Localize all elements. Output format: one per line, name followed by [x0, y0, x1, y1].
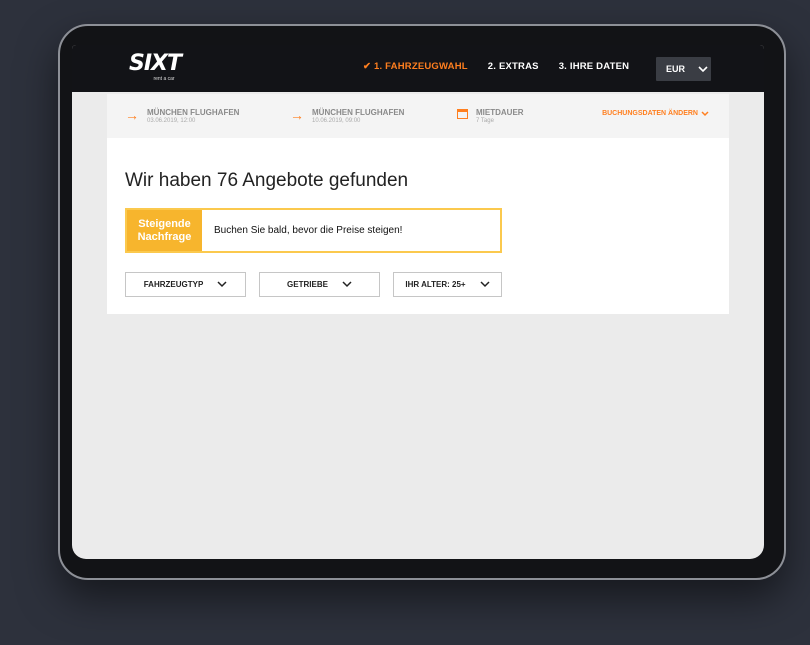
header-bar: SIXT rent a car ✔ 1. FAHRZEUGWAHL 2. EXT…: [72, 45, 764, 92]
filter-label: IHR ALTER: 25+: [405, 280, 466, 289]
chevron-down-icon: [342, 281, 352, 288]
chevron-down-icon: [701, 110, 709, 116]
step-extras[interactable]: 2. EXTRAS: [488, 61, 539, 72]
change-booking-label: BUCHUNGSDATEN ÄNDERN: [602, 110, 698, 117]
logo-tagline: rent a car: [153, 76, 175, 82]
vehicle-type-filter[interactable]: FAHRZEUGTYP: [125, 272, 246, 297]
return-datetime: 10.06.2019, 09:00: [312, 118, 361, 124]
return-info[interactable]: → MÜNCHEN FLUGHAFEN 10.06.2019, 09:00: [290, 108, 404, 125]
duration-value: 7 Tage: [476, 118, 494, 124]
chevron-down-icon: [698, 65, 708, 72]
duration-label: MIETDAUER: [476, 108, 524, 117]
transmission-filter[interactable]: GETRIEBE: [259, 272, 380, 297]
pickup-info[interactable]: → MÜNCHEN FLUGHAFEN 03.06.2019, 12:00: [125, 108, 239, 125]
chevron-down-icon: [480, 281, 490, 288]
arrow-right-icon: →: [125, 107, 139, 123]
filter-label: FAHRZEUGTYP: [143, 280, 204, 289]
step-your-data[interactable]: 3. IHRE DATEN: [559, 61, 630, 72]
age-filter[interactable]: IHR ALTER: 25+: [393, 272, 502, 297]
progress-steps: ✔ 1. FAHRZEUGWAHL 2. EXTRAS 3. IHRE DATE…: [363, 61, 629, 72]
currency-select[interactable]: EUR: [656, 57, 711, 81]
demand-tag-line2: Nachfrage: [137, 230, 192, 243]
logo-wordmark: SIXT: [129, 51, 182, 76]
demand-tag-line1: Steigende: [138, 217, 191, 230]
return-location: MÜNCHEN FLUGHAFEN: [312, 108, 405, 117]
demand-message: Buchen Sie bald, bevor die Preise steige…: [214, 225, 403, 236]
demand-alert: Steigende Nachfrage Buchen Sie bald, bev…: [125, 208, 502, 253]
change-booking-link[interactable]: BUCHUNGSDATEN ÄNDERN: [602, 110, 709, 117]
filter-bar: FAHRZEUGTYP GETRIEBE IHR ALTER: 25+: [125, 272, 502, 297]
chevron-down-icon: [217, 281, 227, 288]
app-screen: SIXT rent a car ✔ 1. FAHRZEUGWAHL 2. EXT…: [72, 45, 764, 559]
sixt-logo[interactable]: SIXT rent a car: [124, 52, 186, 86]
calendar-icon: [457, 109, 468, 119]
booking-summary-bar: → MÜNCHEN FLUGHAFEN 03.06.2019, 12:00 → …: [107, 94, 729, 138]
results-heading: Wir haben 76 Angebote gefunden: [125, 170, 409, 191]
step-vehicle-selection[interactable]: ✔ 1. FAHRZEUGWAHL: [363, 61, 468, 72]
search-panel: → MÜNCHEN FLUGHAFEN 03.06.2019, 12:00 → …: [107, 94, 729, 314]
pickup-location: MÜNCHEN FLUGHAFEN: [147, 108, 240, 117]
pickup-datetime: 03.06.2019, 12:00: [147, 118, 196, 124]
demand-tag: Steigende Nachfrage: [127, 210, 202, 251]
arrow-right-icon: →: [290, 107, 304, 123]
currency-value: EUR: [666, 64, 686, 74]
filter-label: GETRIEBE: [287, 280, 328, 289]
duration-info: MIETDAUER 7 Tage: [457, 108, 524, 125]
